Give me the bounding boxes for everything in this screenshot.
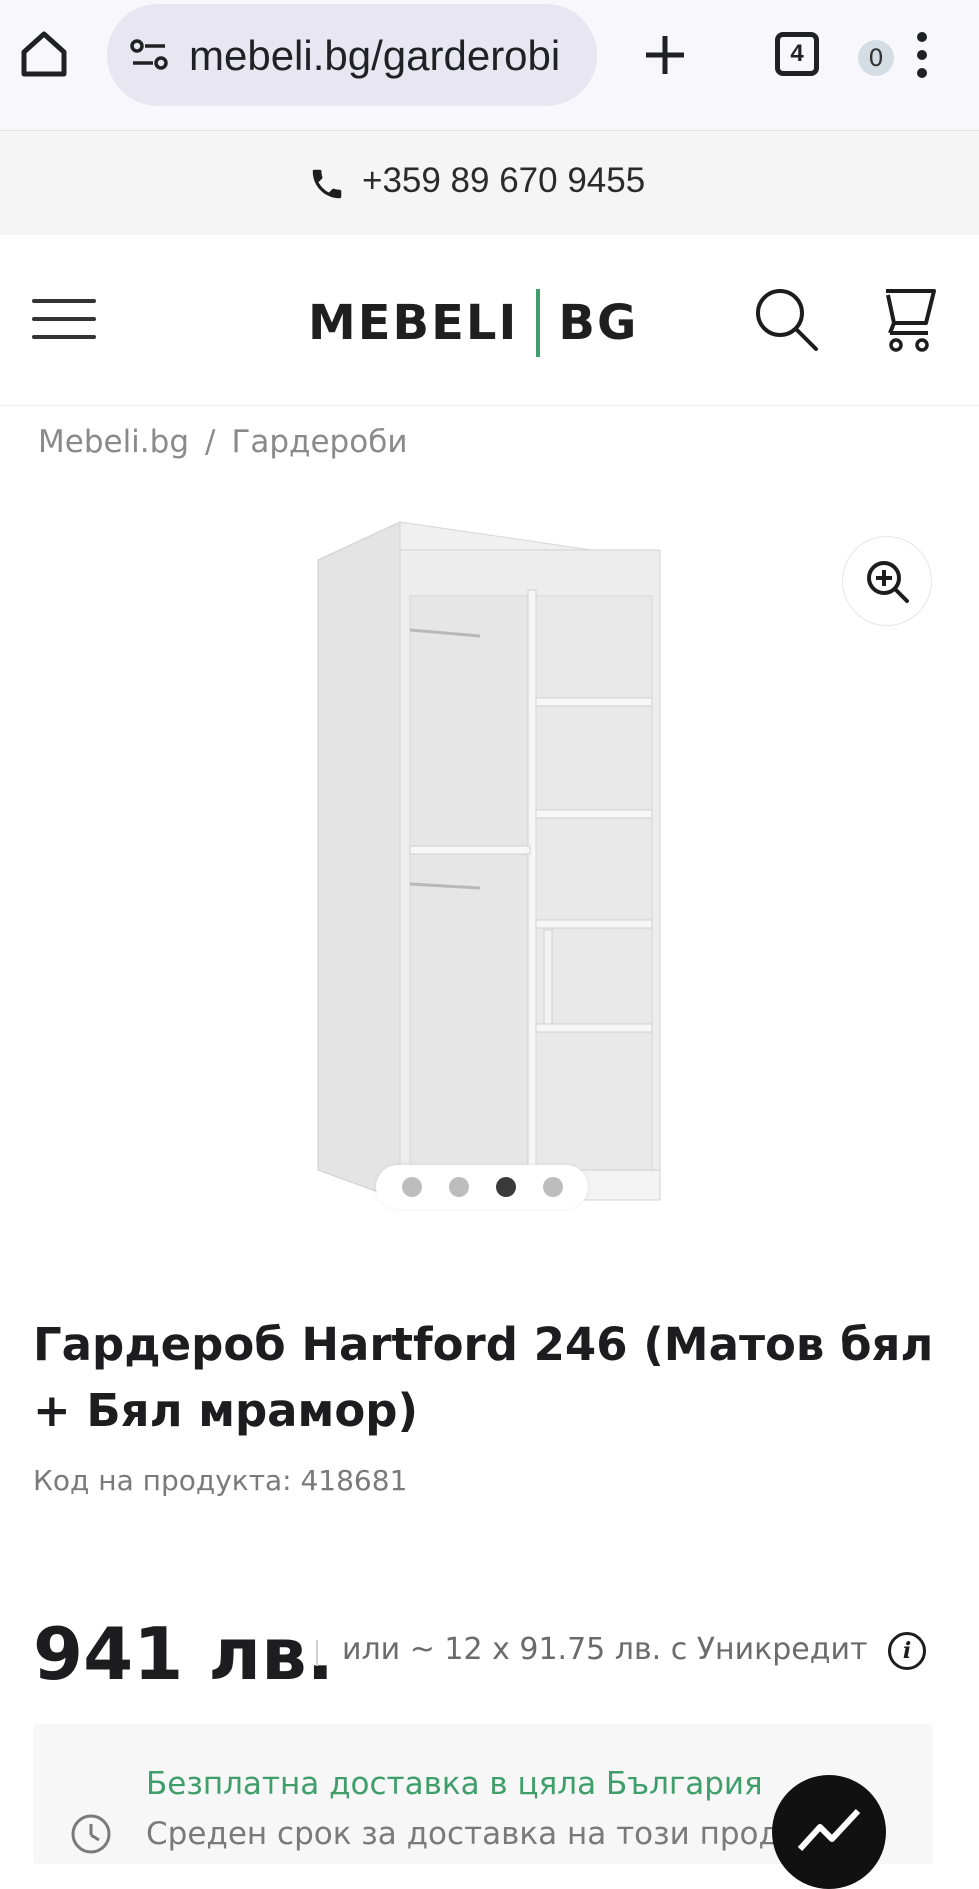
slide-dot[interactable] — [402, 1177, 422, 1197]
logo-text-right: BG — [558, 295, 639, 351]
cart-count-badge: 0 — [858, 40, 894, 76]
site-header: MEBELI BG — [0, 235, 979, 406]
tab-switcher-button[interactable]: 4 — [775, 32, 819, 76]
contact-strip: +359 89 670 9455 — [0, 131, 979, 235]
breadcrumb: Mebeli.bg / Гардероби — [38, 424, 407, 460]
site-settings-icon[interactable] — [129, 38, 169, 72]
breadcrumb-separator: / — [205, 424, 216, 460]
product-code: Код на продукта: 418681 — [33, 1464, 408, 1497]
product-title: Гардероб Hartford 246 (Матов бял + Бял м… — [33, 1318, 934, 1437]
breadcrumb-current[interactable]: Гардероби — [231, 424, 407, 460]
more-options-icon[interactable] — [910, 30, 934, 80]
messenger-chat-button[interactable] — [772, 1775, 886, 1889]
home-icon[interactable] — [14, 24, 74, 84]
new-tab-icon[interactable] — [640, 30, 690, 80]
slide-dot[interactable] — [543, 1177, 563, 1197]
slide-indicators — [376, 1165, 588, 1209]
clock-icon — [69, 1812, 113, 1856]
zoom-button[interactable] — [842, 536, 932, 626]
site-logo[interactable]: MEBELI BG — [308, 289, 639, 357]
product-image[interactable] — [300, 510, 680, 1210]
phone-icon — [308, 165, 346, 203]
breadcrumb-home[interactable]: Mebeli.bg — [38, 424, 189, 460]
zoom-in-icon — [867, 561, 909, 603]
product-price: 941 лв. — [33, 1612, 335, 1696]
info-icon[interactable]: i — [888, 1632, 926, 1670]
browser-toolbar: mebeli.bg/garderobi 4 — [0, 0, 979, 131]
url-fade — [557, 4, 597, 106]
delivery-time-text: Среден срок за доставка на този продукт — [146, 1816, 836, 1852]
slide-dot[interactable] — [449, 1177, 469, 1197]
logo-divider — [536, 289, 541, 357]
url-text[interactable]: mebeli.bg/garderobi — [189, 32, 560, 80]
phone-number-link[interactable]: +359 89 670 9455 — [362, 161, 645, 201]
free-delivery-text: Безплатна доставка в цяла България — [146, 1766, 763, 1802]
price-divider — [316, 1640, 318, 1666]
cart-icon[interactable] — [850, 275, 940, 355]
menu-icon[interactable] — [32, 297, 96, 341]
address-bar[interactable]: mebeli.bg/garderobi — [107, 4, 597, 106]
search-icon[interactable] — [752, 285, 820, 353]
slide-dot-active[interactable] — [496, 1177, 516, 1197]
logo-text-left: MEBELI — [308, 295, 519, 351]
messenger-icon — [797, 1808, 861, 1852]
product-gallery[interactable] — [0, 470, 979, 1230]
installment-text: или ~ 12 х 91.75 лв. с Уникредит — [342, 1632, 868, 1667]
